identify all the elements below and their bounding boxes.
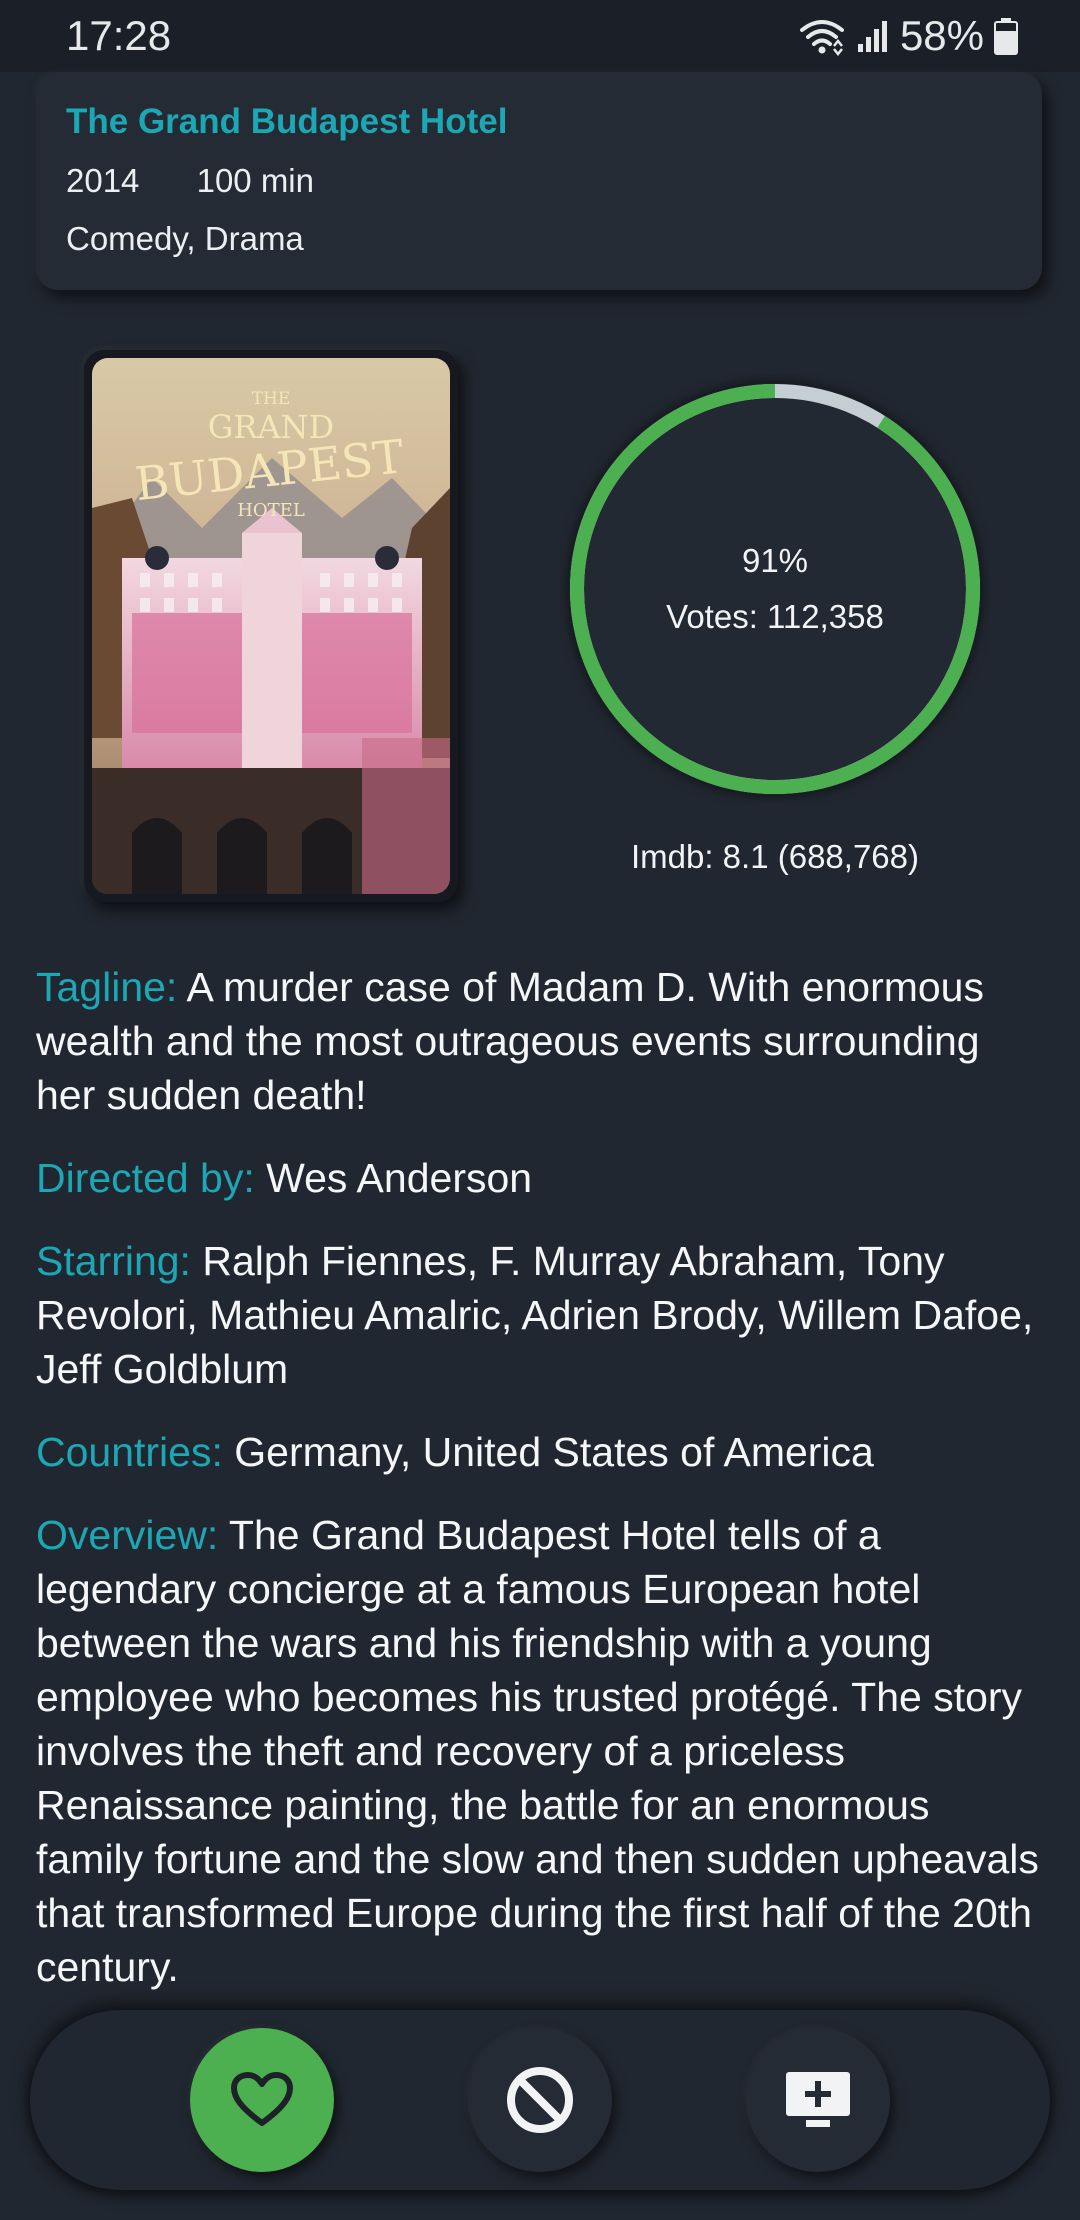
heart-icon xyxy=(231,2072,293,2126)
battery-percent: 58% xyxy=(899,12,984,59)
movie-title: The Grand Budapest Hotel xyxy=(66,102,508,141)
add-to-watchlist-icon xyxy=(786,2072,850,2127)
not-interested-button[interactable] xyxy=(468,2028,612,2172)
add-to-watchlist-button[interactable] xyxy=(746,2028,890,2172)
wifi-icon xyxy=(799,20,844,56)
rating-widget: 91% Votes: 112,358 xyxy=(560,374,990,804)
battery-icon xyxy=(994,18,1018,55)
poster-frame: THE GRAND BUDAPEST HOTEL xyxy=(84,350,458,902)
tagline-row: Tagline: A murder case of Madam D. With … xyxy=(36,960,1046,1122)
rating-ring xyxy=(569,383,981,795)
imdb-rating: Imdb: 8.1 (688,768) xyxy=(630,838,919,875)
rating-votes: Votes: 112,358 xyxy=(666,598,884,635)
movie-details: Tagline: A murder case of Madam D. With … xyxy=(36,960,1046,2023)
action-bar xyxy=(30,2010,1050,2190)
tagline-label: Tagline: xyxy=(36,964,178,1010)
countries-label: Countries: xyxy=(36,1429,223,1475)
release-year: 2014 xyxy=(66,162,140,199)
poster-title-small: THE xyxy=(252,389,291,409)
status-icons: 58% xyxy=(798,12,1018,60)
rating-percent: 91% xyxy=(741,542,809,579)
status-bar: 17:28 58% xyxy=(0,0,1080,72)
block-icon xyxy=(507,2067,573,2133)
genres: Comedy, Drama xyxy=(66,220,304,257)
countries-row: Countries: Germany, United States of Ame… xyxy=(36,1425,1046,1479)
poster-title-sub: HOTEL xyxy=(237,500,305,521)
movie-meta: 2014 100 min xyxy=(66,162,314,200)
tagline-text: A murder case of Madam D. With enormous … xyxy=(36,964,984,1118)
movie-poster[interactable]: THE GRAND BUDAPEST HOTEL xyxy=(92,358,450,894)
overview-label: Overview: xyxy=(36,1512,219,1558)
overview-text: The Grand Budapest Hotel tells of a lege… xyxy=(36,1512,1039,1990)
countries-text: Germany, United States of America xyxy=(234,1429,874,1475)
status-time: 17:28 xyxy=(66,12,172,59)
runtime: 100 min xyxy=(196,162,314,199)
favorite-button[interactable] xyxy=(190,2028,334,2172)
director-label: Directed by: xyxy=(36,1155,255,1201)
starring-label: Starring: xyxy=(36,1238,191,1284)
movie-header-card: The Grand Budapest Hotel 2014 100 min Co… xyxy=(36,72,1042,290)
director-text: Wes Anderson xyxy=(266,1155,533,1201)
signal-icon xyxy=(857,21,887,52)
director-row: Directed by: Wes Anderson xyxy=(36,1151,1046,1205)
starring-row: Starring: Ralph Fiennes, F. Murray Abrah… xyxy=(36,1234,1046,1396)
overview-row: Overview: The Grand Budapest Hotel tells… xyxy=(36,1508,1046,1994)
